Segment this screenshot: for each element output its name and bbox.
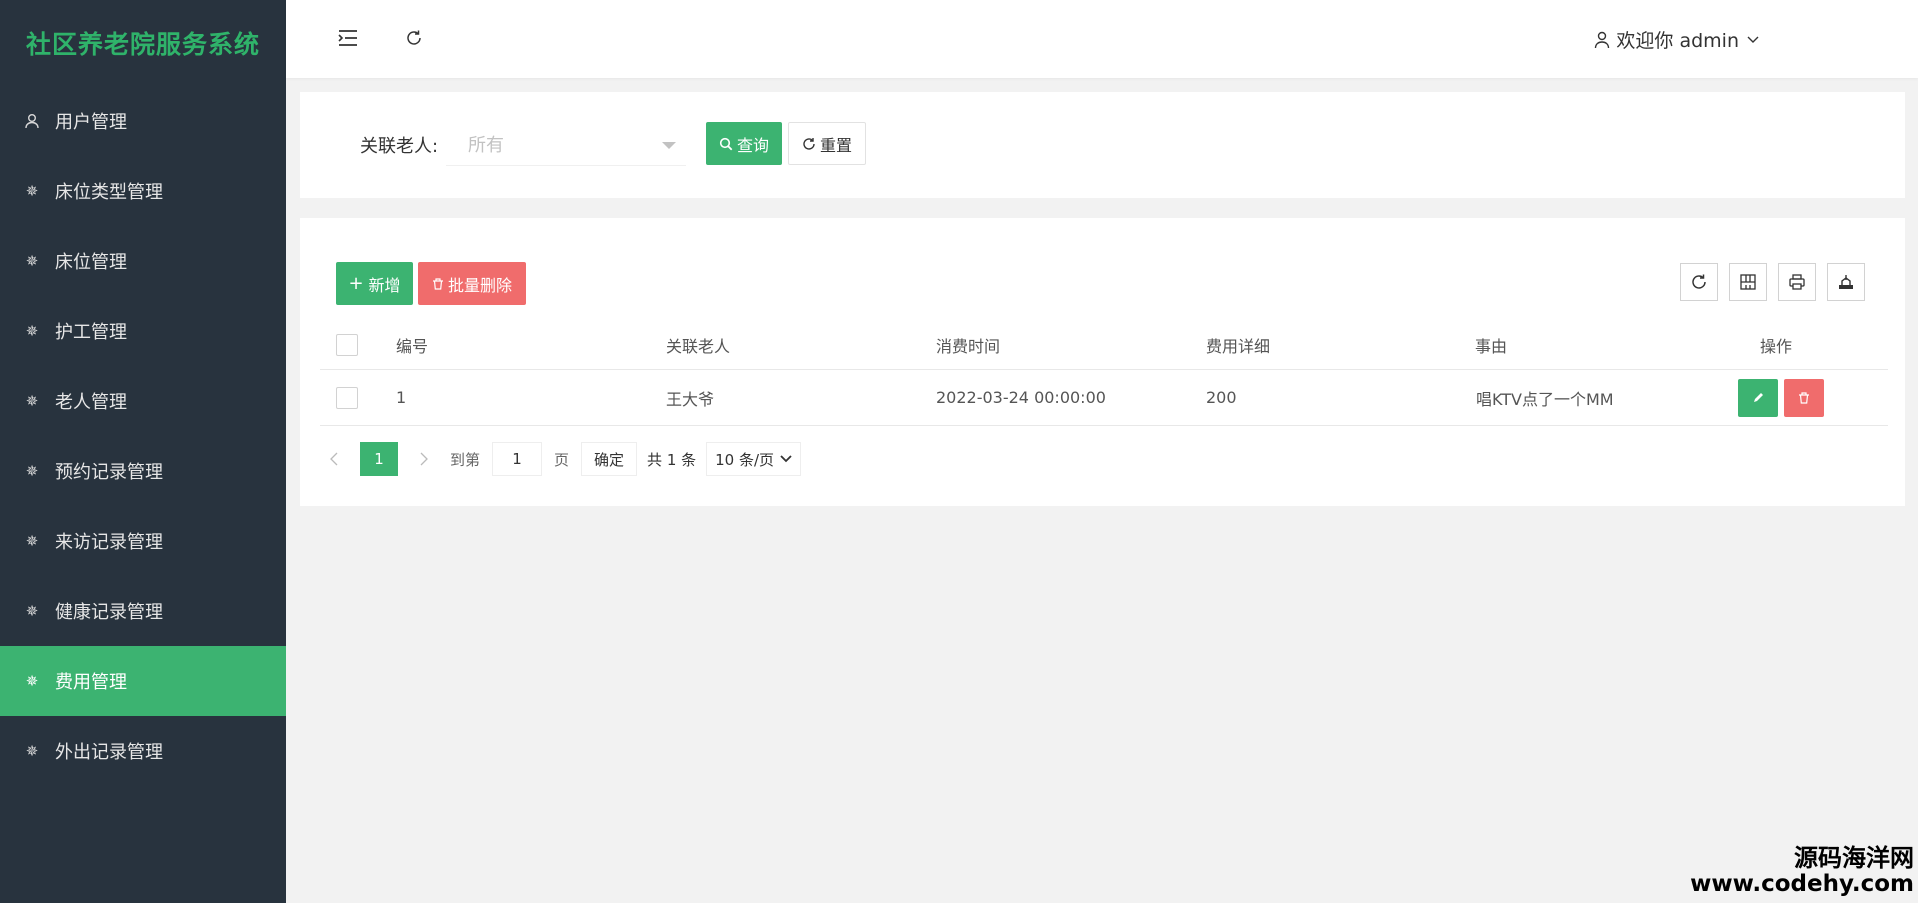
reset-button[interactable]: 重置 (788, 122, 866, 165)
sidebar-item-label: 床位类型管理 (55, 182, 163, 203)
user-welcome-label: 欢迎你 admin (1616, 30, 1739, 52)
sidebar: 社区养老院服务系统 用户管理 ✵ 床位类型管理 ✵ 床位管理 ✵ 护工管理 ✵ … (0, 0, 286, 903)
page-number-current[interactable]: 1 (360, 442, 398, 476)
refresh-icon (1692, 274, 1706, 289)
refresh-icon[interactable] (402, 26, 426, 50)
cell-id: 1 (396, 388, 407, 407)
sidebar-item-label: 床位管理 (55, 252, 127, 273)
gear-icon: ✵ (25, 672, 39, 690)
search-icon (719, 137, 733, 150)
sidebar-item-health[interactable]: ✵ 健康记录管理 (0, 576, 286, 646)
search-panel: 关联老人: 所有 查询 重置 (300, 92, 1905, 198)
cell-reason: 唱KTV点了一个MM (1476, 389, 1614, 409)
next-page-icon[interactable] (410, 452, 438, 466)
sidebar-item-bed-types[interactable]: ✵ 床位类型管理 (0, 156, 286, 226)
sidebar-menu: 用户管理 ✵ 床位类型管理 ✵ 床位管理 ✵ 护工管理 ✵ 老人管理 ✵ 预约记… (0, 86, 286, 786)
trash-icon (432, 277, 443, 290)
edit-button[interactable] (1738, 378, 1778, 417)
pagination: 1 到第 1 页 确定 共 1 条 10 条/页 (320, 442, 802, 476)
elder-filter-value: 所有 (468, 134, 504, 156)
sidebar-item-label: 健康记录管理 (55, 602, 163, 623)
gear-icon: ✵ (25, 462, 39, 480)
elder-filter-select[interactable]: 所有 (446, 122, 686, 166)
column-header-id: 编号 (396, 336, 429, 356)
cell-elder: 王大爷 (666, 389, 715, 409)
add-button[interactable]: + 新增 (336, 262, 413, 305)
chevron-down-icon (780, 455, 792, 463)
sidebar-item-label: 老人管理 (55, 392, 127, 413)
trash-icon (1799, 391, 1809, 404)
prev-page-icon[interactable] (320, 452, 348, 466)
sidebar-item-label: 预约记录管理 (55, 462, 163, 483)
sidebar-item-label: 护工管理 (55, 322, 127, 343)
column-header-detail: 费用详细 (1206, 336, 1271, 356)
cell-time: 2022-03-24 00:00:00 (936, 388, 1106, 407)
cell-actions (1738, 370, 1824, 425)
gear-icon: ✵ (25, 252, 39, 270)
elder-filter-label: 关联老人: (360, 136, 439, 157)
print-icon (1789, 274, 1805, 290)
cell-detail: 200 (1206, 388, 1237, 407)
table-refresh-button[interactable] (1680, 263, 1718, 301)
menu-toggle-icon[interactable] (336, 26, 360, 50)
delete-button[interactable] (1784, 378, 1824, 417)
chevron-down-icon (1747, 36, 1759, 43)
app-logo-title: 社区养老院服务系统 (25, 30, 260, 59)
plus-icon: + (348, 273, 364, 294)
export-button[interactable] (1827, 263, 1865, 301)
sidebar-item-label: 费用管理 (55, 672, 127, 693)
goto-label: 到第 (450, 450, 481, 469)
sidebar-item-label: 来访记录管理 (55, 532, 163, 553)
gear-icon: ✵ (25, 532, 39, 550)
watermark: 源码海洋网 www.codehy.com (1690, 845, 1914, 897)
gear-icon: ✵ (25, 322, 39, 340)
column-header-actions: 操作 (1760, 336, 1793, 356)
sidebar-item-label: 外出记录管理 (55, 742, 163, 763)
page-size-select[interactable]: 10 条/页 (706, 442, 802, 476)
sidebar-item-label: 用户管理 (55, 112, 127, 133)
sidebar-item-outings[interactable]: ✵ 外出记录管理 (0, 716, 286, 786)
sidebar-item-users[interactable]: 用户管理 (0, 86, 286, 156)
column-header-elder: 关联老人 (666, 336, 731, 356)
page-suffix-label: 页 (554, 450, 570, 469)
watermark-url: www.codehy.com (1690, 870, 1914, 897)
column-filter-button[interactable] (1729, 263, 1767, 301)
sidebar-item-visits[interactable]: ✵ 来访记录管理 (0, 506, 286, 576)
sidebar-item-elders[interactable]: ✵ 老人管理 (0, 366, 286, 436)
sidebar-item-fees[interactable]: ✵ 费用管理 (0, 646, 286, 716)
total-count-label: 共 1 条 (647, 450, 697, 469)
user-icon (1595, 31, 1610, 48)
goto-confirm-button[interactable]: 确定 (581, 442, 638, 476)
export-icon (1839, 275, 1853, 289)
sidebar-item-caregivers[interactable]: ✵ 护工管理 (0, 296, 286, 366)
query-button[interactable]: 查询 (706, 122, 782, 165)
user-menu[interactable]: 欢迎你 admin (1594, 26, 1765, 53)
top-header: 欢迎你 admin (286, 0, 1918, 78)
gear-icon: ✵ (25, 392, 39, 410)
gear-icon: ✵ (25, 742, 39, 760)
row-checkbox-cell (336, 370, 358, 425)
table-row: 1 王大爷 2022-03-24 00:00:00 200 唱KTV点了一个MM (320, 370, 1888, 426)
select-all-checkbox-cell (336, 320, 358, 369)
print-button[interactable] (1778, 263, 1816, 301)
pencil-icon (1754, 392, 1763, 402)
sidebar-item-beds[interactable]: ✵ 床位管理 (0, 226, 286, 296)
gear-icon: ✵ (25, 602, 39, 620)
sidebar-item-reservations[interactable]: ✵ 预约记录管理 (0, 436, 286, 506)
columns-icon (1740, 274, 1756, 290)
reset-icon (803, 137, 815, 150)
watermark-cn: 源码海洋网 (1794, 844, 1914, 873)
dropdown-arrow-icon (662, 142, 676, 149)
row-checkbox[interactable] (336, 386, 358, 409)
gear-icon: ✵ (25, 182, 39, 200)
select-all-checkbox[interactable] (336, 333, 358, 356)
table-header: 编号 关联老人 消费时间 费用详细 事由 操作 (320, 320, 1888, 370)
column-header-time: 消费时间 (936, 336, 1001, 356)
column-header-reason: 事由 (1475, 336, 1508, 356)
goto-page-input[interactable]: 1 (492, 442, 543, 476)
data-table-panel: + 新增 批量删除 编号 关联老人 消费时间 费用详细 事由 操作 1 王大爷 … (300, 218, 1905, 506)
batch-delete-button[interactable]: 批量删除 (418, 262, 526, 305)
user-icon (23, 112, 41, 130)
